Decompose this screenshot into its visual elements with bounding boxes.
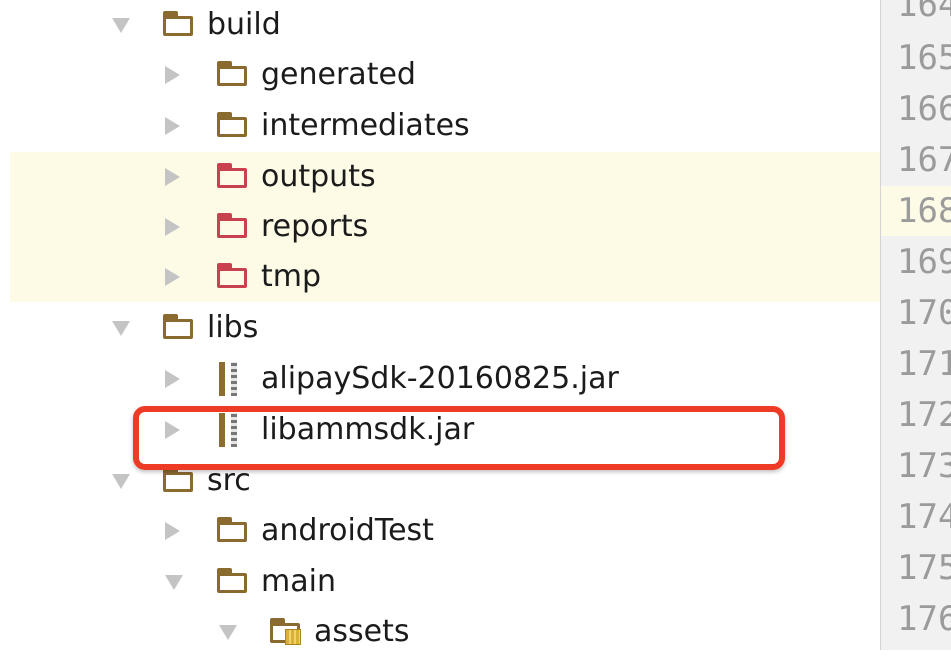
folder-icon — [217, 263, 247, 288]
tree-item-label: main — [261, 564, 336, 599]
tree-item-build[interactable]: build — [0, 0, 880, 50]
folder-icon — [217, 568, 247, 593]
folder-icon — [217, 163, 247, 188]
assets-folder-icon — [270, 618, 301, 645]
tree-item-label: alipaySdk-20160825.jar — [261, 361, 619, 396]
tree-item-outputs[interactable]: outputs — [0, 152, 880, 202]
chevron-right-icon[interactable] — [165, 66, 180, 84]
line-number: 176 — [897, 599, 951, 639]
tree-item-generated[interactable]: generated — [0, 50, 880, 100]
line-number: 171 — [897, 344, 951, 384]
chevron-right-icon[interactable] — [165, 522, 180, 540]
chevron-down-icon[interactable] — [165, 575, 183, 590]
tree-item-androidtest[interactable]: androidTest — [0, 506, 880, 556]
tree-item-label: outputs — [261, 159, 376, 194]
chevron-right-icon[interactable] — [165, 117, 180, 135]
tree-item-main[interactable]: main — [0, 557, 880, 607]
folder-icon — [217, 517, 247, 542]
line-number: 173 — [897, 446, 951, 486]
tree-item-label: generated — [261, 57, 416, 92]
chevron-right-icon[interactable] — [165, 218, 180, 236]
jar-icon — [217, 362, 243, 396]
line-number: 172 — [897, 395, 951, 435]
line-number: 164 — [897, 0, 951, 25]
folder-icon — [217, 61, 247, 86]
folder-icon — [163, 467, 193, 492]
tree-item-tmp[interactable]: tmp — [0, 252, 880, 302]
chevron-right-icon[interactable] — [165, 168, 180, 186]
project-tree: build generated intermediates outputs re… — [0, 0, 880, 650]
tree-item-reports[interactable]: reports — [0, 202, 880, 252]
tree-item-libs[interactable]: libs — [0, 303, 880, 353]
tree-item-alipaysdk-jar[interactable]: alipaySdk-20160825.jar — [0, 354, 880, 404]
folder-icon — [163, 314, 193, 339]
folder-icon — [217, 213, 247, 238]
tree-item-label: intermediates — [261, 108, 470, 143]
line-number: 168 — [897, 191, 951, 231]
tree-item-label: libs — [207, 310, 259, 345]
line-number: 170 — [897, 293, 951, 333]
line-number: 165 — [897, 38, 951, 78]
folder-icon — [163, 11, 193, 36]
chevron-down-icon[interactable] — [112, 474, 130, 489]
annotation-highlight-box — [133, 406, 785, 470]
line-number: 169 — [897, 242, 951, 282]
tree-item-intermediates[interactable]: intermediates — [0, 101, 880, 151]
tree-item-label: build — [207, 7, 281, 42]
chevron-down-icon[interactable] — [219, 625, 237, 640]
chevron-down-icon[interactable] — [112, 321, 130, 336]
chevron-right-icon[interactable] — [165, 268, 180, 286]
chevron-right-icon[interactable] — [165, 370, 180, 388]
line-number: 174 — [897, 497, 951, 537]
chevron-down-icon[interactable] — [112, 18, 130, 33]
editor-line-gutter: 164 165 166 167 168 169 170 171 172 173 … — [880, 0, 951, 650]
line-number: 175 — [897, 548, 951, 588]
folder-icon — [217, 112, 247, 137]
tree-item-label: androidTest — [261, 513, 434, 548]
line-number: 167 — [897, 140, 951, 180]
tree-item-label: tmp — [261, 259, 322, 294]
line-number: 166 — [897, 89, 951, 129]
tree-item-label: reports — [261, 209, 369, 244]
